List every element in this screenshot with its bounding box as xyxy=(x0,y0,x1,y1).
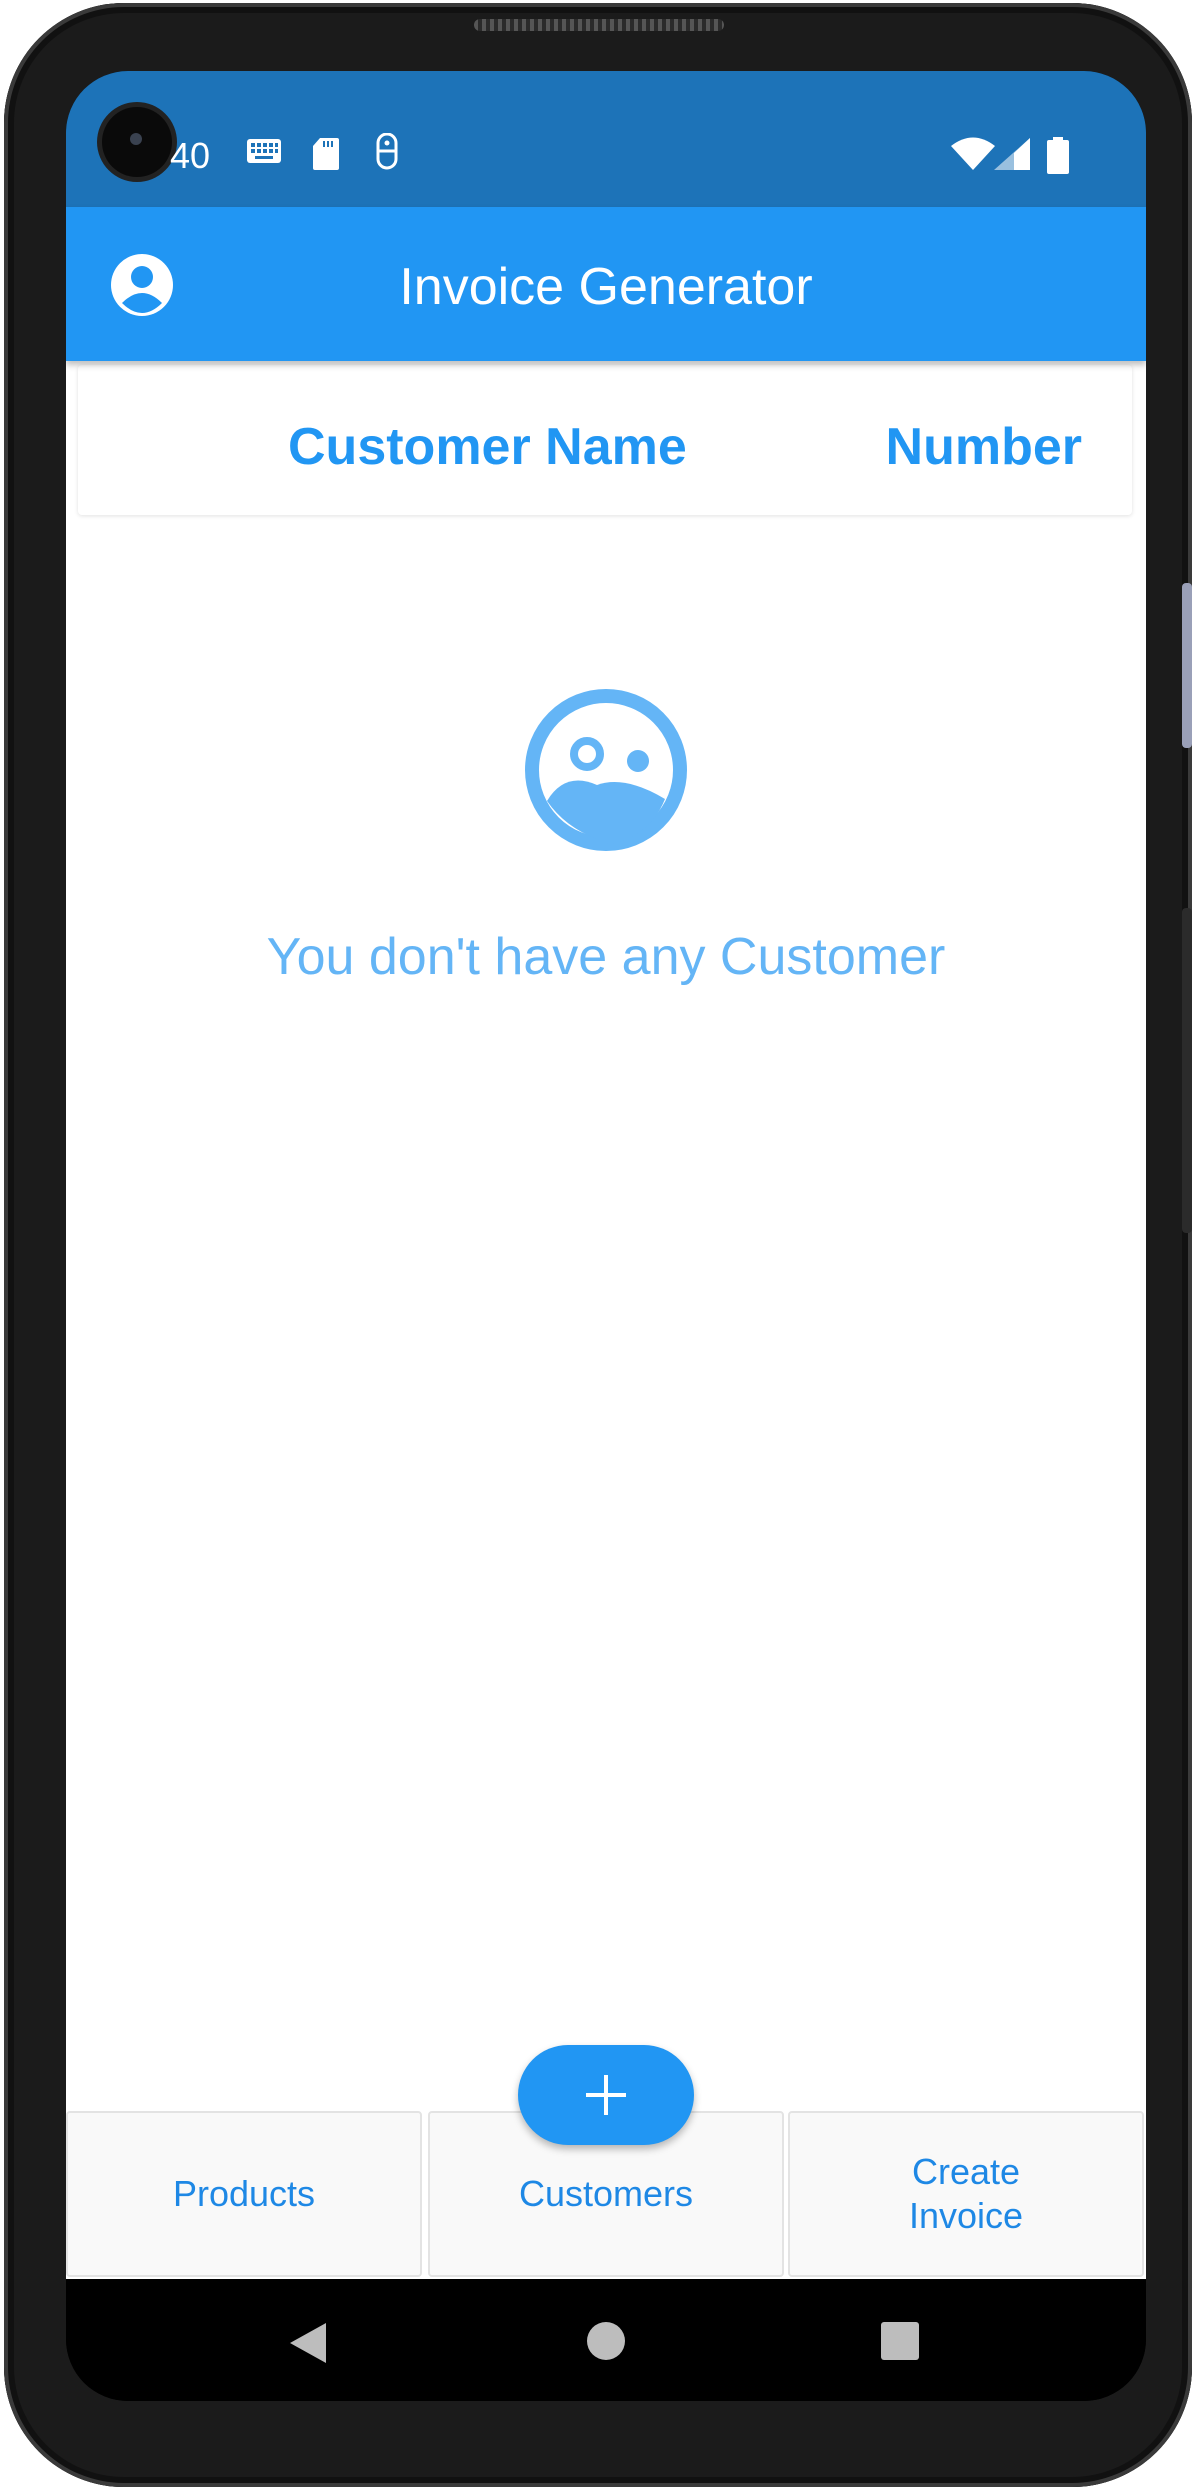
nav-item-label: Create Invoice xyxy=(908,2151,1024,2236)
empty-state-message: You don't have any Customer xyxy=(266,928,946,986)
recents-icon[interactable] xyxy=(880,2321,920,2361)
wifi-icon xyxy=(951,137,995,170)
nav-item-label: Customers xyxy=(518,2173,694,2214)
earpiece-speaker xyxy=(474,19,724,31)
volume-button xyxy=(1182,583,1192,748)
device-screenshot: 40 Invoice Generator Customer Name Numbe… xyxy=(0,0,1204,2491)
front-camera xyxy=(102,107,172,177)
app-bar: Invoice Generator xyxy=(66,207,1146,361)
system-nav-bar xyxy=(66,2279,1146,2401)
phone-frame: 40 Invoice Generator Customer Name Numbe… xyxy=(4,3,1192,2487)
column-header-customer-name: Customer Name xyxy=(288,418,687,476)
accessibility-icon xyxy=(376,133,398,170)
plus-icon xyxy=(586,2075,626,2115)
screen: 40 Invoice Generator Customer Name Numbe… xyxy=(66,71,1146,2401)
status-bar: 40 xyxy=(66,71,1146,207)
nav-item-label: Products xyxy=(172,2173,316,2214)
back-icon[interactable] xyxy=(288,2321,328,2365)
sad-face-icon xyxy=(525,689,687,851)
home-icon[interactable] xyxy=(586,2321,626,2361)
signal-icon xyxy=(994,138,1030,170)
nav-item-products[interactable]: Products xyxy=(66,2111,422,2277)
sd-card-icon xyxy=(313,138,339,170)
keyboard-icon xyxy=(247,139,281,163)
nav-item-create-invoice[interactable]: Create Invoice xyxy=(788,2111,1144,2277)
page-title: Invoice Generator xyxy=(399,258,813,316)
status-time: 40 xyxy=(170,135,211,176)
add-customer-button[interactable] xyxy=(518,2045,694,2145)
power-button xyxy=(1182,908,1192,1233)
main-content: Customer Name Number You don't have any … xyxy=(66,361,1146,2181)
table-header: Customer Name Number xyxy=(78,365,1132,515)
battery-icon xyxy=(1047,137,1069,174)
column-header-number: Number xyxy=(885,418,1082,476)
